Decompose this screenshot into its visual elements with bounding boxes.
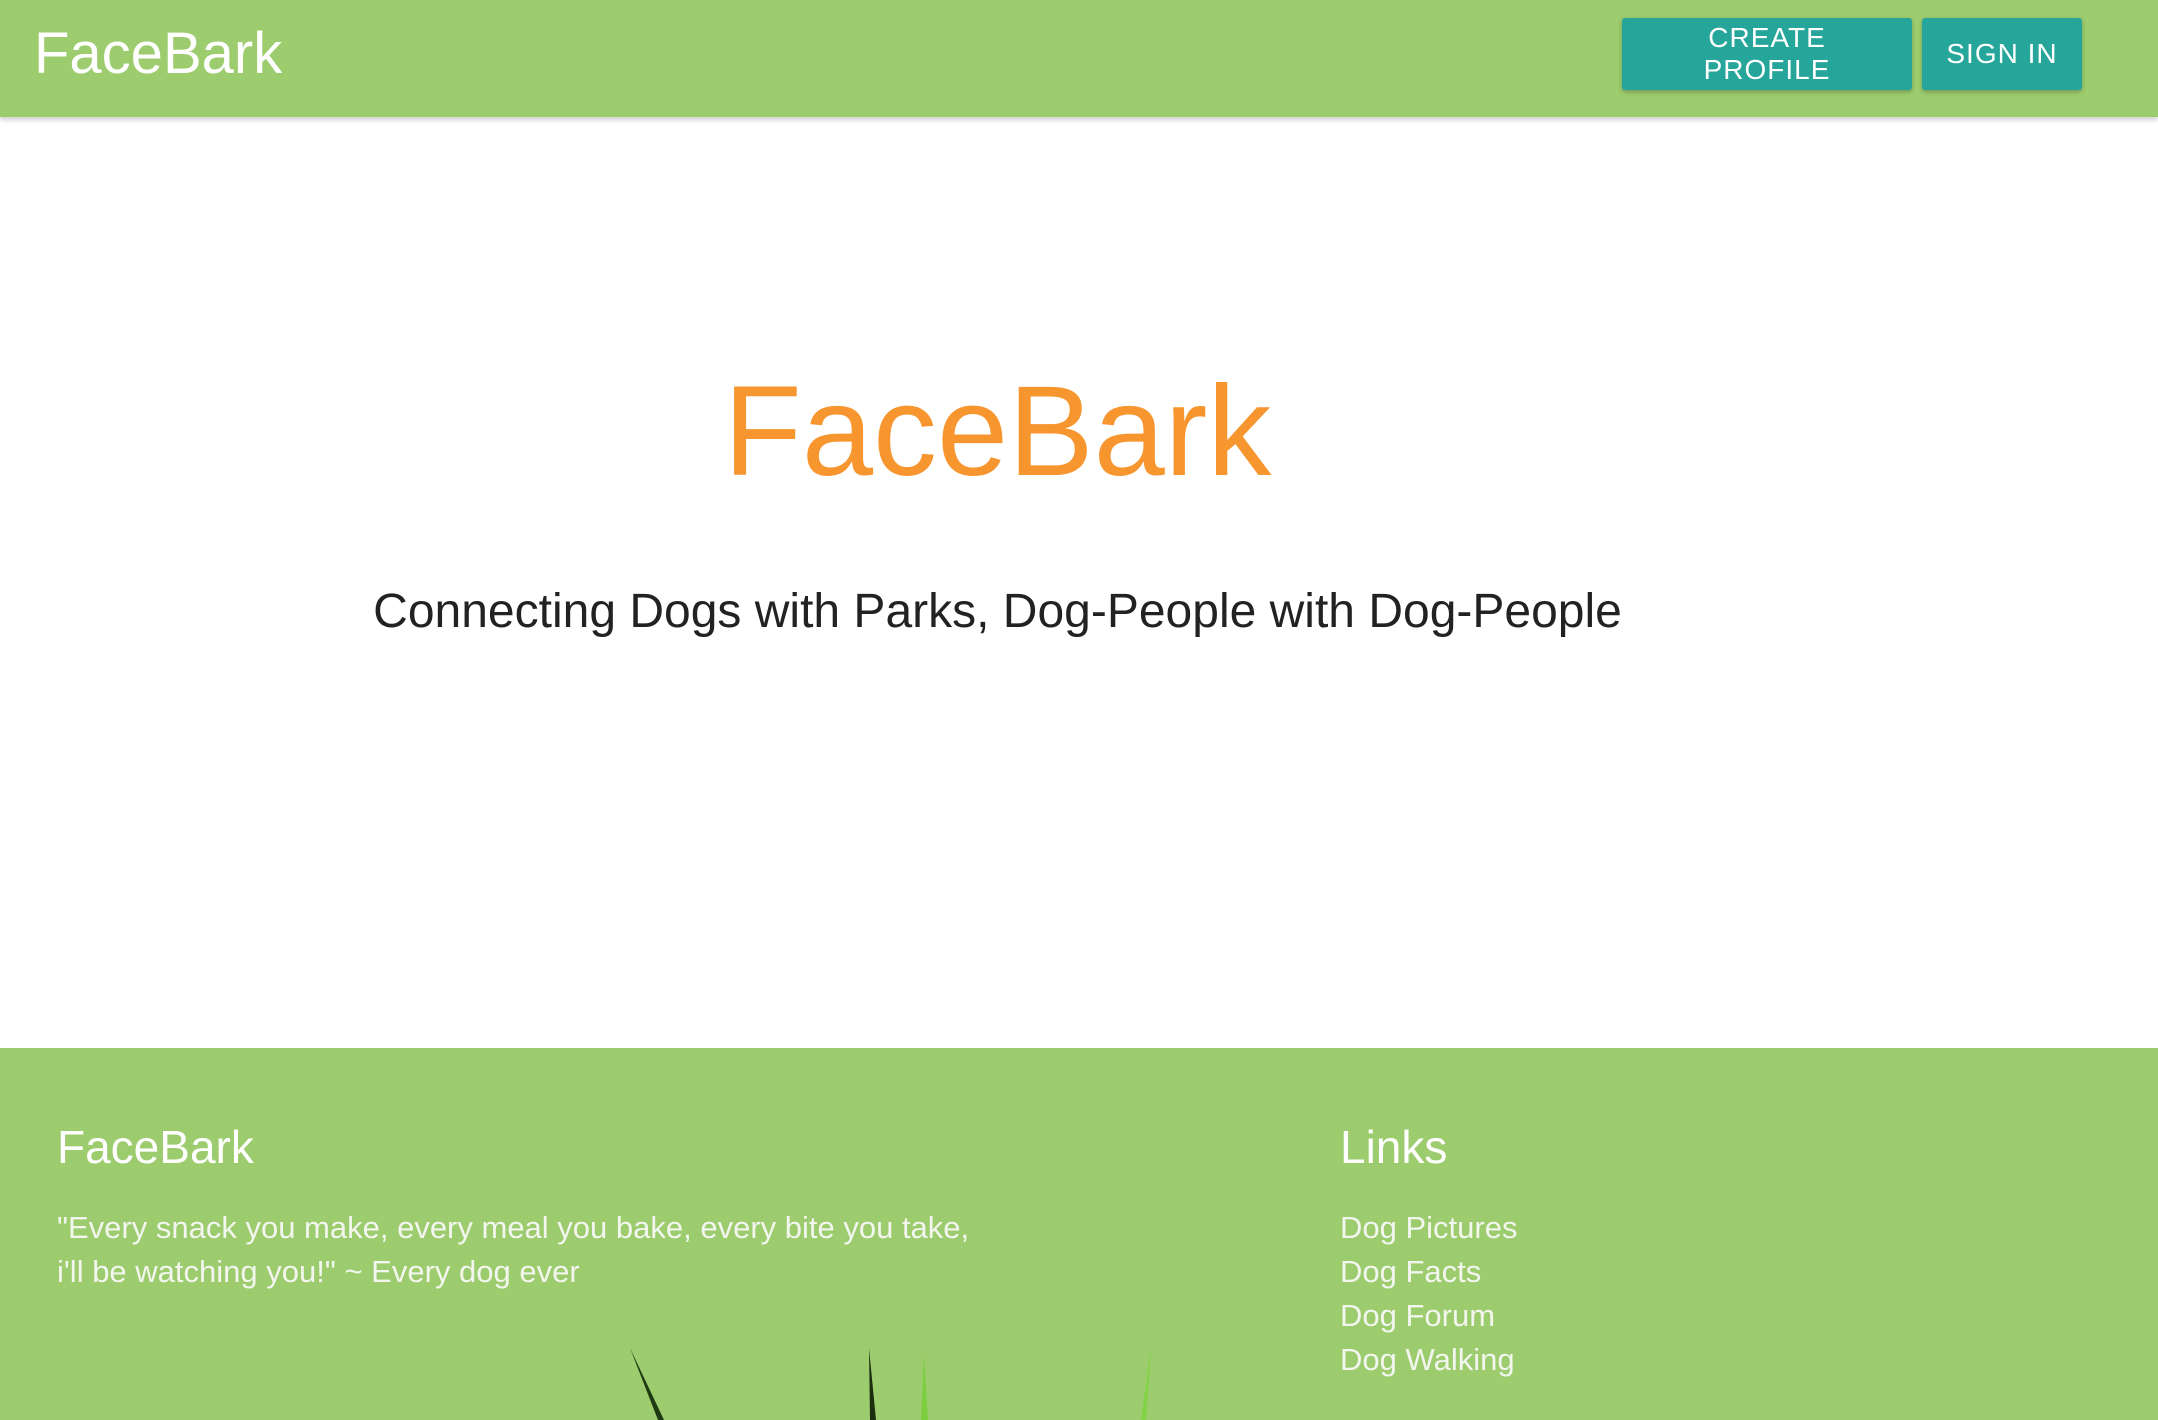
footer-quote: "Every snack you make, every meal you ba… bbox=[57, 1206, 1017, 1294]
footer-link-item: Dog Forum bbox=[1340, 1294, 1517, 1338]
footer-brand-title: FaceBark bbox=[57, 1121, 254, 1173]
hero-section: FaceBark Connecting Dogs with Parks, Dog… bbox=[0, 117, 2158, 1048]
navbar-brand-link[interactable]: FaceBark bbox=[34, 14, 282, 94]
create-profile-button[interactable]: CREATE PROFILE bbox=[1622, 18, 1912, 90]
page-footer: FaceBark "Every snack you make, every me… bbox=[0, 1048, 2158, 1420]
sign-in-button[interactable]: SIGN IN bbox=[1922, 18, 2082, 90]
navbar-actions: CREATE PROFILE SIGN IN bbox=[1622, 18, 2082, 90]
grass-blades-icon bbox=[630, 1348, 1151, 1420]
footer-quote-line-2: i'll be watching you!" ~ Every dog ever bbox=[57, 1254, 580, 1289]
footer-quote-line-1: "Every snack you make, every meal you ba… bbox=[57, 1210, 970, 1245]
footer-link-dog-facts[interactable]: Dog Facts bbox=[1340, 1254, 1481, 1289]
hero-title: FaceBark bbox=[723, 360, 1272, 503]
top-navbar: FaceBark CREATE PROFILE SIGN IN bbox=[0, 0, 2158, 117]
footer-link-item: Dog Pictures bbox=[1340, 1206, 1517, 1250]
footer-link-item: Dog Facts bbox=[1340, 1250, 1517, 1294]
footer-links-title: Links bbox=[1340, 1121, 1448, 1173]
footer-link-dog-pictures[interactable]: Dog Pictures bbox=[1340, 1210, 1517, 1245]
hero-tagline: Connecting Dogs with Parks, Dog-People w… bbox=[373, 585, 1622, 638]
footer-link-dog-forum[interactable]: Dog Forum bbox=[1340, 1298, 1495, 1333]
